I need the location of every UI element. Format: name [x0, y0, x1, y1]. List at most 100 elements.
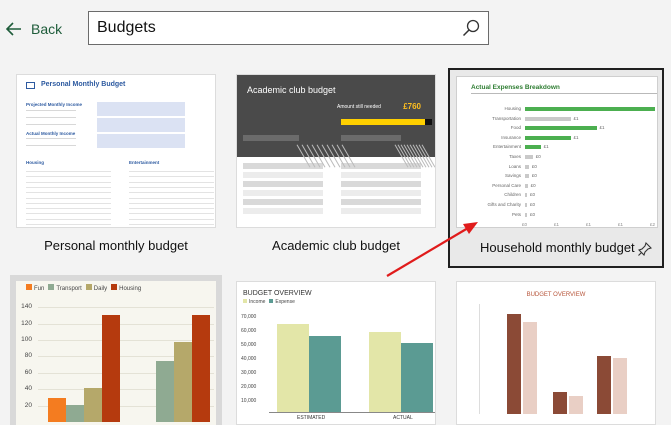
template-thumbnail: Personal Monthly Budget Projected Monthl… [16, 74, 216, 228]
chart-bar [156, 360, 174, 422]
search-icon[interactable] [462, 19, 480, 37]
chart-axis-label: 20,000 [241, 384, 257, 390]
chart-value-label: £0 [530, 211, 536, 217]
thumb-box [97, 102, 185, 116]
chart-value-label: £0 [530, 202, 536, 207]
chart-tick-label: £2 [650, 222, 656, 227]
chart-category-label: Housing [504, 106, 521, 111]
thumb-table-line [26, 224, 111, 225]
thumb-table-line [26, 197, 111, 199]
chart-axis-label: 100 [21, 336, 32, 343]
thumb-table-line [129, 218, 214, 220]
chart-category-label: Insurance [501, 134, 521, 140]
chart-tick-label: £1 [554, 222, 560, 227]
chart-bar [66, 404, 84, 422]
thumb-amount-label: Amount still needed [337, 104, 381, 110]
thumb-table-line [129, 181, 214, 183]
legend-label: Fun [34, 286, 45, 292]
chart-value-label: £1 [573, 134, 579, 140]
thumb-table-row [341, 181, 421, 187]
template-tile-academic[interactable]: Academic club budget Amount still needed… [230, 68, 442, 268]
chart-bar-income-actual [369, 332, 401, 412]
chart-bar [525, 145, 541, 150]
back-button[interactable]: Back [6, 14, 62, 44]
legend-swatch [243, 299, 247, 303]
chart-bar [525, 183, 528, 188]
thumb-table-line [129, 186, 214, 188]
chart-axis-label: 120 [21, 319, 32, 327]
chart-gridline [38, 307, 214, 309]
chart-bar [525, 135, 571, 140]
thumb-amount-value: £760 [403, 102, 421, 111]
thumb-table-row [243, 181, 323, 187]
pin-icon[interactable] [638, 242, 652, 256]
template-tile-personal[interactable]: Personal Monthly Budget Projected Monthl… [10, 68, 222, 268]
chart-category: ESTIMATED [297, 415, 326, 421]
chart-axis-label: 10,000 [241, 398, 257, 404]
legend-item: Daily [85, 284, 107, 292]
chart-value-label: £0 [531, 163, 537, 169]
chart-category-label: Savings [504, 173, 521, 179]
chart-tick-label: £0 [522, 222, 528, 227]
chart-legend: Fun Transport Daily Housing [26, 284, 141, 292]
chart-bar [84, 388, 102, 422]
thumb-progress-end [425, 119, 432, 125]
chart-legend: Income Expense [243, 299, 295, 305]
chart-axis-label: 60,000 [241, 328, 257, 334]
back-label: Back [31, 21, 63, 37]
thumb-title: BUDGET OVERVIEW [243, 290, 312, 297]
chart-bar [192, 315, 210, 422]
chart-axis-label: 40 [24, 385, 32, 393]
chart-bar [525, 107, 655, 111]
thumb-line [26, 145, 76, 146]
thumb-table-row [243, 172, 323, 178]
thumb-heading: Housing [26, 160, 44, 165]
legend-item: Housing [111, 284, 141, 292]
template-tile-budget-overview[interactable]: BUDGET OVERVIEW Income Expense ESTIMATED … [230, 275, 442, 425]
chart-value-label: £1 [599, 125, 605, 131]
thumb-table-row [341, 208, 421, 214]
search-input[interactable] [89, 12, 449, 44]
chart-axis [479, 304, 480, 414]
template-tile-budget-overview-2[interactable]: BUDGET OVERVIEW [450, 275, 664, 425]
template-tile-household[interactable]: Actual Expenses Breakdown Housing Transpo… [448, 68, 664, 268]
thumb-table-row [243, 199, 323, 205]
thumb-box [97, 134, 185, 148]
thumb-progress [341, 119, 425, 125]
template-thumbnail: Fun Transport Daily Housing 140 120 100 80 60 40… [16, 281, 216, 425]
search-box[interactable] [88, 11, 489, 45]
thumb-line [26, 117, 76, 118]
template-name: Academic club budget [272, 238, 400, 253]
chart-tick-label: £1 [618, 222, 624, 227]
chart-axis-label: 80 [24, 352, 32, 360]
legend-label: Income [249, 299, 266, 305]
legend-item: Transport [48, 284, 82, 292]
thumb-table-line [129, 192, 214, 194]
wallet-icon [26, 82, 35, 89]
chart-value-label: £0 [530, 182, 536, 188]
template-thumbnail: Actual Expenses Breakdown Housing Transpo… [456, 76, 658, 228]
thumb-table-line [26, 181, 111, 183]
chart-bar [525, 174, 529, 179]
chart-bar [523, 322, 537, 414]
legend-swatch [85, 284, 92, 290]
chart-bar [525, 212, 527, 217]
thumb-table-line [26, 186, 111, 188]
legend-label: Housing [119, 286, 142, 292]
legend-item: Fun [26, 284, 44, 292]
chart-gridline [38, 323, 214, 325]
chart-bar [507, 314, 521, 414]
thumb-table-row [341, 199, 421, 205]
chart-bar-expense-estimated [309, 336, 341, 412]
chart-value-label: £1 [543, 144, 549, 150]
thumb-box [97, 118, 185, 132]
chart-axis-label: 50,000 [241, 342, 257, 348]
chart-category-label: Transportation [492, 115, 521, 121]
chart-bar [174, 342, 192, 422]
chart-category-label: Children [504, 192, 521, 198]
legend-item: Income [243, 299, 265, 305]
thumb-heading: Actual Monthly Income [26, 131, 76, 136]
template-tile-chart-1[interactable]: Fun Transport Daily Housing 140 120 100 80 60 40… [10, 275, 222, 425]
chart-axis-label: 60 [24, 368, 32, 376]
chart-category-label: Taxes [509, 154, 521, 159]
